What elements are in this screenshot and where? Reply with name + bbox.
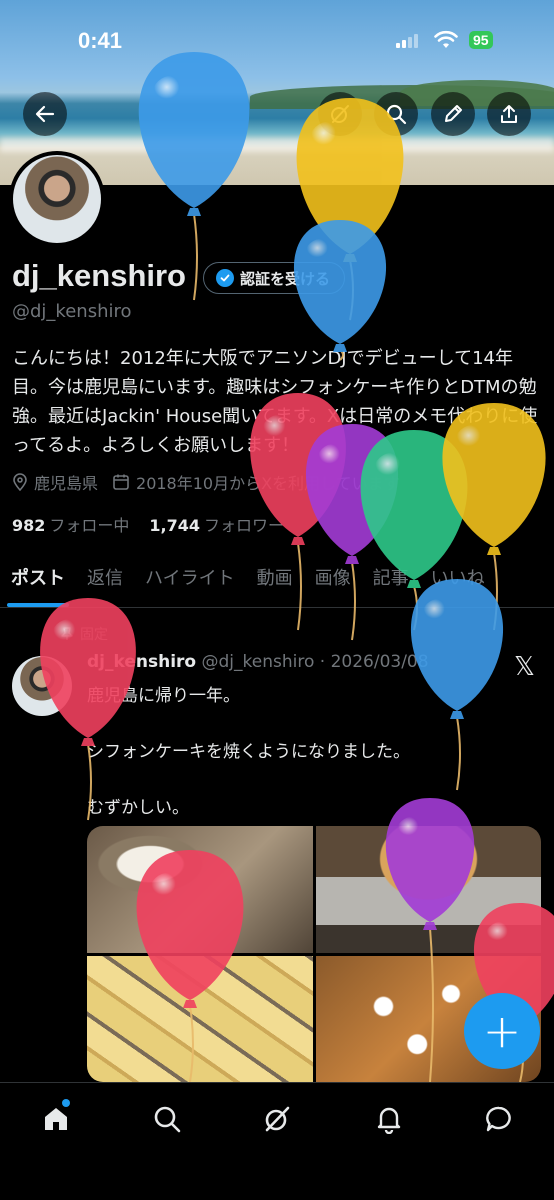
compose-post-button[interactable]: + [464,993,540,1069]
back-icon [35,105,55,123]
profile-meta: 鹿児島県 2018年10月からXを利用しています [12,470,400,494]
pinned-label: 固定 [80,627,108,643]
tab-videos[interactable]: 動画 [246,556,304,606]
profile-bio: こんにちは！2012年に大阪でアニソンDJでデビューして14年目。今は鹿児島にい… [12,348,538,456]
compose-plus-icon: + [482,1004,522,1058]
tab-media[interactable]: 画像 [304,556,362,606]
banner-hills [400,80,554,106]
search-icon [386,104,407,125]
location-pin-icon [13,473,27,491]
share-icon [501,105,517,123]
search-button[interactable] [374,92,418,136]
nav-search[interactable] [145,1097,189,1141]
profile-avatar[interactable] [9,151,105,247]
profile-handle: @dj_kenshiro [12,301,132,322]
nav-notifications[interactable] [367,1097,411,1141]
follow-stats: 982 フォロー中 1,744 フォロワー [12,512,284,536]
bottom-navigation [0,1082,554,1200]
calendar-icon [113,474,129,490]
post-date: · 2026/03/08 [319,652,429,672]
post-image[interactable] [87,826,313,953]
following-count: 982 [12,516,46,535]
post-header: dj_kenshiro @dj_kenshiro · 2026/03/08 [87,652,429,672]
profile-location: 鹿児島県 [12,470,98,494]
followers-label: フォロワー [204,516,285,535]
post-author-avatar[interactable] [12,656,72,716]
status-bar: 0:41 95 [0,28,554,58]
banner-surf [0,138,554,152]
verified-badge-icon [216,269,234,287]
get-verified-label: 認証を受ける [240,269,331,288]
notifications-icon [377,1107,401,1134]
nav-grok[interactable] [255,1097,299,1141]
grok-icon [331,105,349,123]
profile-joined: 2018年10月からXを利用しています [112,470,400,494]
get-verified-button[interactable]: 認証を受ける [203,262,346,294]
followers-count: 1,744 [149,516,201,535]
back-button[interactable] [23,92,67,136]
profile-name: dj_kenshiro [12,258,186,293]
profile-tabs: ポスト 返信 ハイライト 動画 画像 記事 いいね [0,556,554,608]
share-button[interactable] [487,92,531,136]
edit-icon [445,105,462,122]
tab-likes[interactable]: いいね [420,556,496,606]
messages-icon [486,1106,511,1132]
nav-messages[interactable] [477,1097,521,1141]
home-icon [45,1108,67,1130]
search-icon [154,1106,181,1133]
following-label: フォロー中 [49,516,130,535]
post-author-handle: @dj_kenshiro [201,652,315,672]
x-logo-icon: 𝕏 [514,652,535,682]
pinned-indicator: 固定 [60,624,108,644]
status-time: 0:41 [78,28,123,53]
following-link[interactable]: 982 フォロー中 [12,512,129,536]
location-text: 鹿児島県 [34,474,99,493]
home-unread-dot [62,1099,70,1107]
nav-home[interactable] [34,1097,78,1141]
grok-icon [265,1106,290,1132]
wifi-icon [434,30,458,48]
post-image[interactable] [315,826,541,953]
post-author-name[interactable]: dj_kenshiro [87,652,196,672]
tab-posts[interactable]: ポスト [0,556,76,607]
tab-highlights[interactable]: ハイライト [134,556,246,606]
post-image[interactable] [87,955,313,1082]
cellular-signal-icon [396,34,418,48]
grok-button[interactable] [318,92,362,136]
post-text: 鹿児島に帰り一年。 シフォンケーキを焼くようになりました。 むずかしい。 [87,686,410,818]
battery-indicator: 95 [469,31,493,49]
edit-button[interactable] [431,92,475,136]
followers-link[interactable]: 1,744 フォロワー [149,512,284,536]
pin-icon [61,627,73,640]
tab-articles[interactable]: 記事 [362,556,420,606]
tab-replies[interactable]: 返信 [76,556,134,606]
joined-text: 2018年10月からXを利用しています [136,474,400,493]
